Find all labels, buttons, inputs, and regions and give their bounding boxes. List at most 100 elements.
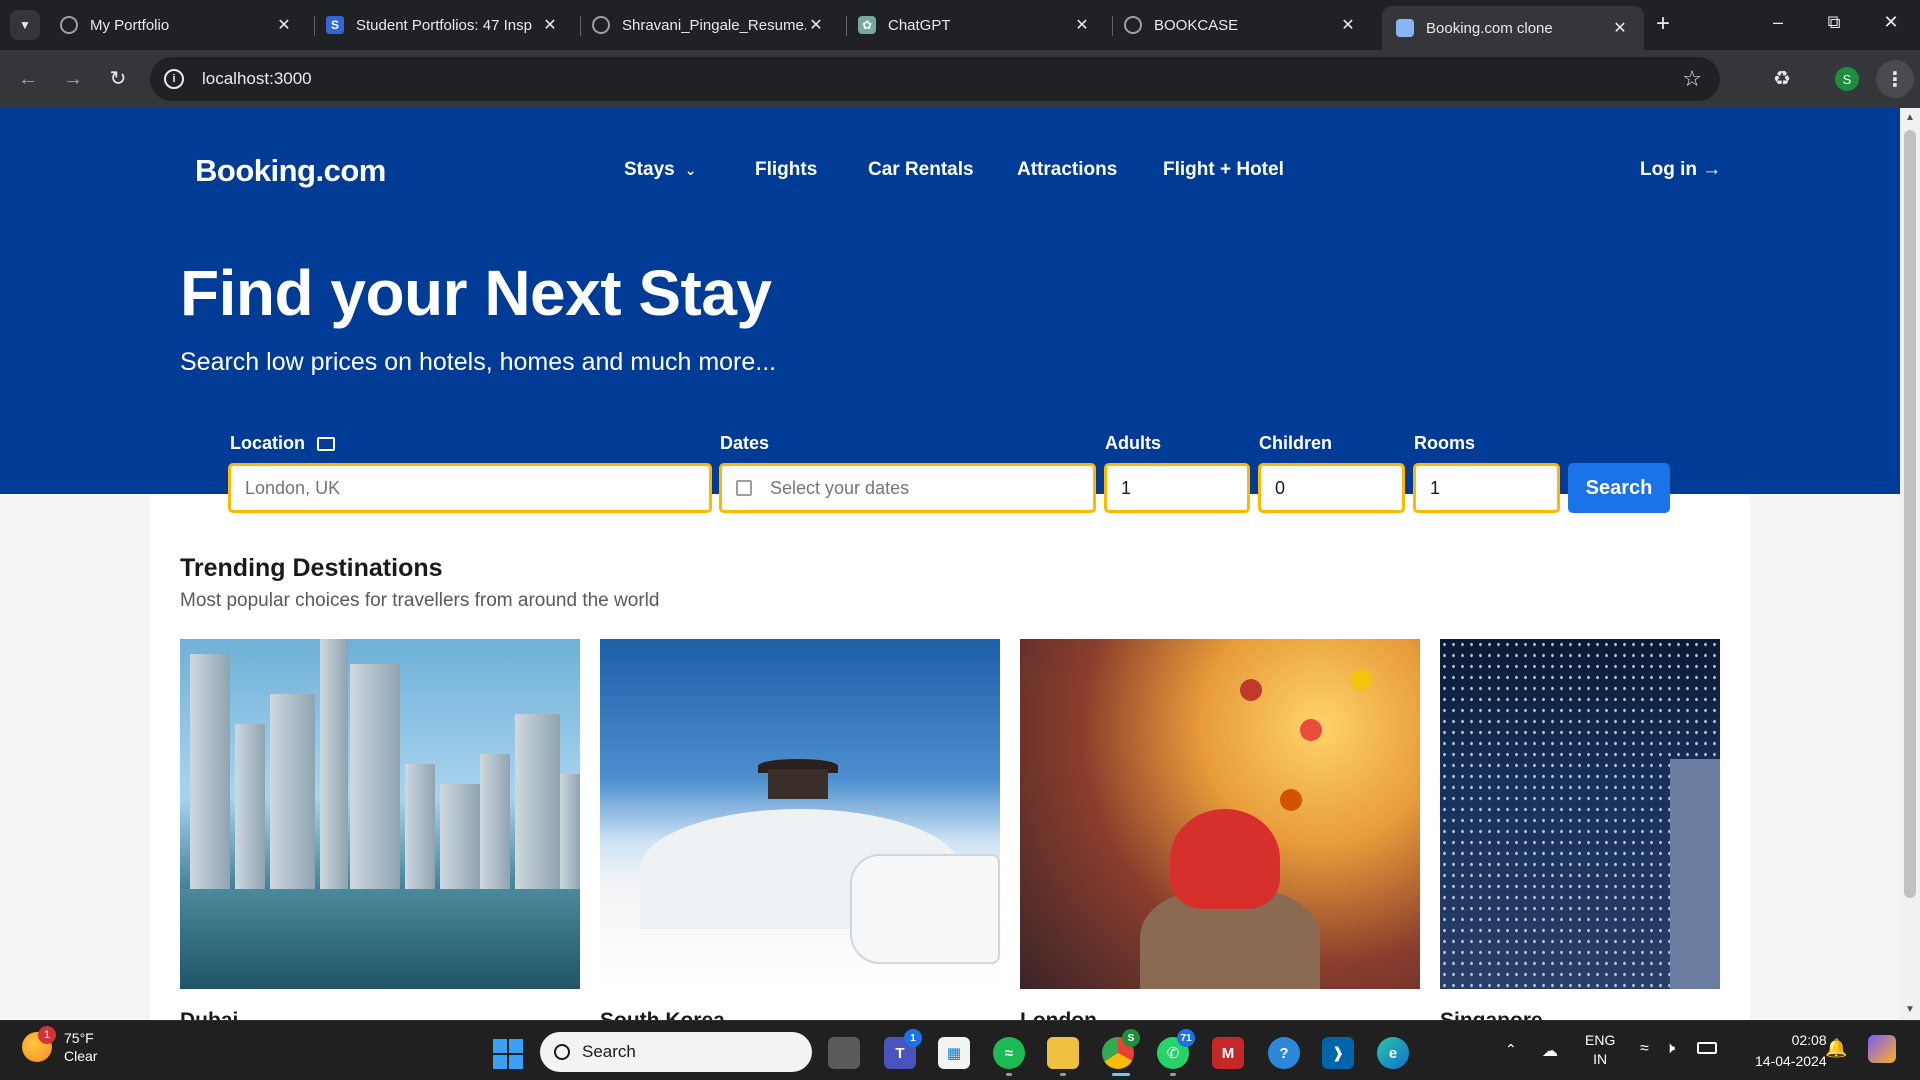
- nav-flights[interactable]: Flights: [755, 159, 817, 181]
- location-input[interactable]: London, UK: [228, 463, 712, 513]
- file-explorer-icon[interactable]: [1047, 1037, 1079, 1069]
- dates-input[interactable]: Select your dates: [719, 463, 1096, 513]
- london-image: [1020, 639, 1420, 989]
- tab-search-button[interactable]: ▼: [10, 10, 40, 40]
- location-label: Location: [230, 433, 335, 454]
- close-icon[interactable]: ✕: [1338, 15, 1358, 35]
- clock-date: 14-04-2024: [1755, 1053, 1827, 1069]
- dates-placeholder: Select your dates: [770, 477, 910, 498]
- close-icon[interactable]: ✕: [274, 15, 294, 35]
- notification-bell-icon[interactable]: 🔔: [1825, 1038, 1847, 1059]
- trending-title: Trending Destinations: [180, 554, 443, 582]
- volume-icon[interactable]: 🕨: [1665, 1040, 1675, 1058]
- windows-start-icon[interactable]: [493, 1039, 523, 1069]
- chrome-profile-badge: S: [1122, 1029, 1140, 1047]
- weather-temp: 75°F: [64, 1030, 94, 1046]
- close-icon[interactable]: ✕: [1072, 15, 1092, 35]
- close-window-icon[interactable]: ✕: [1876, 12, 1906, 33]
- adults-input[interactable]: 1: [1104, 463, 1250, 513]
- whatsapp-icon[interactable]: ✆ 71: [1157, 1029, 1195, 1069]
- help-icon[interactable]: ?: [1268, 1037, 1300, 1069]
- browser-tab[interactable]: My Portfolio ✕: [46, 8, 308, 42]
- edge-icon[interactable]: e: [1377, 1037, 1409, 1069]
- chrome-icon[interactable]: S: [1102, 1029, 1140, 1069]
- scrollbar-thumb[interactable]: [1904, 130, 1916, 898]
- taskbar: 1 75°F Clear Search T1 ▦ ≈ S ✆ 71 M ? ❱ e…: [0, 1020, 1920, 1080]
- whatsapp-badge: 71: [1177, 1029, 1195, 1047]
- scroll-down-icon[interactable]: ▼: [1905, 1004, 1915, 1015]
- bookmark-star-icon[interactable]: ☆: [1682, 66, 1702, 92]
- teams-icon[interactable]: T1: [884, 1029, 922, 1069]
- trending-subtitle: Most popular choices for travellers from…: [180, 590, 660, 611]
- destination-card-singapore[interactable]: Singapore: [1440, 639, 1720, 1020]
- nav-attractions[interactable]: Attractions: [1017, 159, 1117, 181]
- nav-stays[interactable]: Stays ⌄: [624, 159, 696, 181]
- children-input[interactable]: 0: [1258, 463, 1405, 513]
- nav-label: Attractions: [1017, 159, 1118, 180]
- spotify-icon[interactable]: ≈: [993, 1037, 1025, 1069]
- globe-icon: [592, 16, 610, 34]
- rooms-input[interactable]: 1: [1413, 463, 1560, 513]
- battery-icon[interactable]: [1697, 1042, 1717, 1054]
- browser-tab[interactable]: S Student Portfolios: 47 Insp ✕: [312, 8, 574, 42]
- extensions-icon[interactable]: ♻: [1767, 64, 1797, 94]
- page-scrollbar[interactable]: ▲ ▼: [1900, 108, 1920, 1020]
- vscode-icon[interactable]: ❱: [1322, 1037, 1354, 1069]
- browser-toolbar: ← → ↻ i localhost:3000 ☆ ♻: [0, 50, 1920, 108]
- onedrive-icon[interactable]: ☁: [1542, 1041, 1558, 1061]
- close-icon[interactable]: ✕: [540, 15, 560, 35]
- taskbar-search[interactable]: Search: [540, 1032, 812, 1072]
- copilot-icon[interactable]: [1868, 1035, 1896, 1063]
- address-bar[interactable]: i localhost:3000 ☆: [150, 57, 1720, 101]
- url-text[interactable]: localhost:3000: [202, 69, 312, 89]
- scroll-up-icon[interactable]: ▲: [1905, 112, 1915, 123]
- browser-tab[interactable]: ✿ ChatGPT ✕: [844, 8, 1106, 42]
- running-indicator: [1170, 1073, 1176, 1076]
- profile-avatar[interactable]: S: [1835, 67, 1859, 91]
- browser-tab[interactable]: Shravani_Pingale_Resume.p ✕: [578, 8, 840, 42]
- destination-name: Singapore: [1440, 1009, 1543, 1020]
- running-indicator: [1006, 1073, 1012, 1076]
- tab-title: Shravani_Pingale_Resume.p: [622, 16, 806, 34]
- location-placeholder: London, UK: [245, 477, 341, 498]
- forward-icon[interactable]: →: [60, 66, 86, 92]
- tab-title: Student Portfolios: 47 Insp: [356, 16, 532, 34]
- taskbar-search-label: Search: [582, 1042, 636, 1061]
- site-info-icon[interactable]: i: [164, 69, 184, 89]
- search-button[interactable]: Search: [1568, 463, 1670, 513]
- destination-card-south-korea[interactable]: South Korea: [600, 639, 1000, 1020]
- language-indicator[interactable]: ENG IN: [1585, 1031, 1615, 1069]
- browser-tab[interactable]: BOOKCASE ✕: [1110, 8, 1372, 42]
- search-icon: [554, 1044, 570, 1060]
- tab-title: My Portfolio: [90, 16, 170, 34]
- close-icon[interactable]: ✕: [1610, 18, 1630, 38]
- destination-card-london[interactable]: London: [1020, 639, 1420, 1020]
- login-link[interactable]: Log in →: [1640, 159, 1721, 181]
- site-logo[interactable]: Booking.com: [195, 153, 386, 189]
- reload-icon[interactable]: ↻: [105, 66, 131, 92]
- restore-icon[interactable]: ⧉: [1819, 12, 1849, 33]
- browser-menu-icon[interactable]: ⋮: [1876, 60, 1914, 98]
- store-icon[interactable]: ▦: [938, 1037, 970, 1069]
- task-view-icon[interactable]: [828, 1037, 860, 1069]
- system-clock[interactable]: 02:08 14-04-2024: [1755, 1030, 1827, 1072]
- chevron-down-icon: ▼: [19, 18, 31, 32]
- nav-car-rentals[interactable]: Car Rentals: [868, 159, 974, 181]
- tab-strip: ▼ My Portfolio ✕ S Student Portfolios: 4…: [0, 0, 1920, 50]
- bed-icon: [317, 436, 335, 451]
- close-icon[interactable]: ✕: [806, 15, 826, 35]
- weather-widget[interactable]: 1 75°F Clear: [22, 1026, 97, 1065]
- tray-overflow-icon[interactable]: ⌃: [1505, 1041, 1517, 1058]
- minimize-icon[interactable]: –: [1763, 12, 1793, 33]
- destination-card-dubai[interactable]: Dubai: [180, 639, 580, 1020]
- new-tab-button[interactable]: +: [1650, 12, 1676, 38]
- back-icon[interactable]: ←: [15, 66, 41, 92]
- location-label-text: Location: [230, 433, 305, 453]
- nav-label: Car Rentals: [868, 159, 974, 180]
- nav-flight-hotel[interactable]: Flight + Hotel: [1163, 159, 1284, 181]
- browser-tab-active[interactable]: Booking.com clone ✕: [1382, 6, 1644, 50]
- wifi-icon[interactable]: ≈: [1640, 1040, 1649, 1058]
- profile-initial: S: [1842, 71, 1852, 87]
- adults-label: Adults: [1105, 433, 1161, 453]
- mcafee-icon[interactable]: M: [1212, 1037, 1244, 1069]
